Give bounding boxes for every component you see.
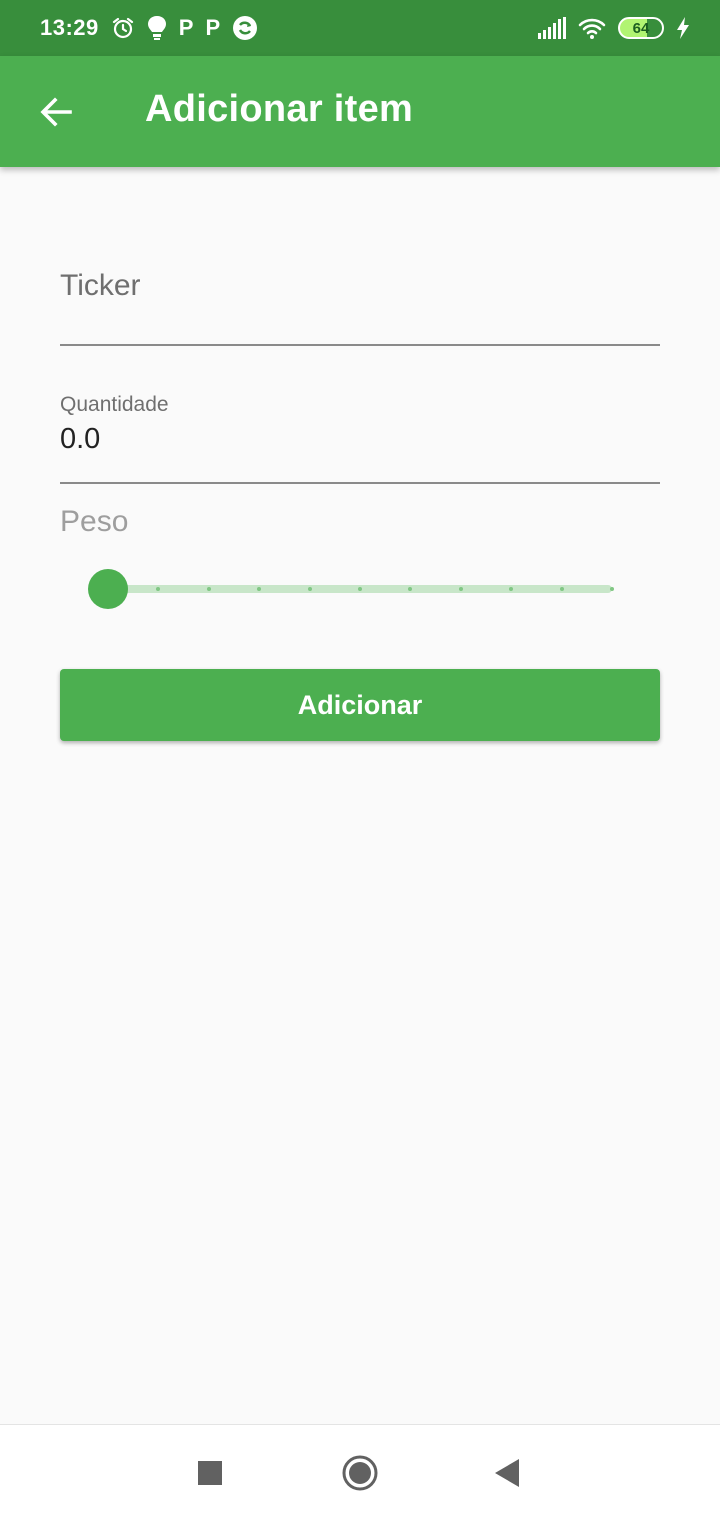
signal-icon <box>538 17 566 39</box>
slider-thumb[interactable] <box>88 569 128 609</box>
nav-back-button[interactable] <box>484 1449 532 1497</box>
quantity-value: 0.0 <box>60 423 101 455</box>
alarm-icon <box>111 16 135 40</box>
status-left: 13:29 P P <box>40 15 258 41</box>
ticker-input[interactable]: Ticker <box>60 257 660 346</box>
bulb-icon <box>147 15 167 41</box>
battery-icon: 64 <box>618 17 664 39</box>
add-button[interactable]: Adicionar <box>60 669 660 741</box>
weight-slider[interactable] <box>88 567 614 611</box>
arrow-left-icon <box>40 97 72 127</box>
status-bar: 13:29 P P 64 <box>0 0 720 56</box>
sync-icon <box>232 15 258 41</box>
slider-tick <box>458 587 463 591</box>
slider-tick <box>307 587 312 591</box>
quantity-label: Quantidade <box>60 393 169 416</box>
quantity-input[interactable]: Quantidade 0.0 <box>60 385 660 484</box>
status-right: 64 <box>538 17 690 39</box>
wifi-icon <box>578 17 606 39</box>
p-icon: P <box>178 15 194 40</box>
slider-tick <box>206 587 211 591</box>
weight-label: Peso <box>60 505 129 538</box>
home-icon <box>342 1455 378 1491</box>
battery-level: 64 <box>632 19 650 37</box>
ticker-label: Ticker <box>60 269 141 302</box>
home-button[interactable] <box>336 1449 384 1497</box>
status-time: 13:29 <box>40 15 99 40</box>
app-bar: Adicionar item <box>0 56 720 167</box>
back-icon <box>495 1459 519 1487</box>
slider-tick <box>559 587 564 591</box>
page-title: Adicionar item <box>145 88 414 130</box>
recents-button[interactable] <box>186 1449 234 1497</box>
slider-tick <box>358 587 362 591</box>
charging-icon <box>676 17 690 39</box>
slider-tick <box>610 587 614 591</box>
recents-icon <box>198 1461 222 1485</box>
p-icon: P <box>205 15 221 40</box>
navigation-bar <box>0 1424 720 1520</box>
back-button[interactable] <box>30 86 82 138</box>
